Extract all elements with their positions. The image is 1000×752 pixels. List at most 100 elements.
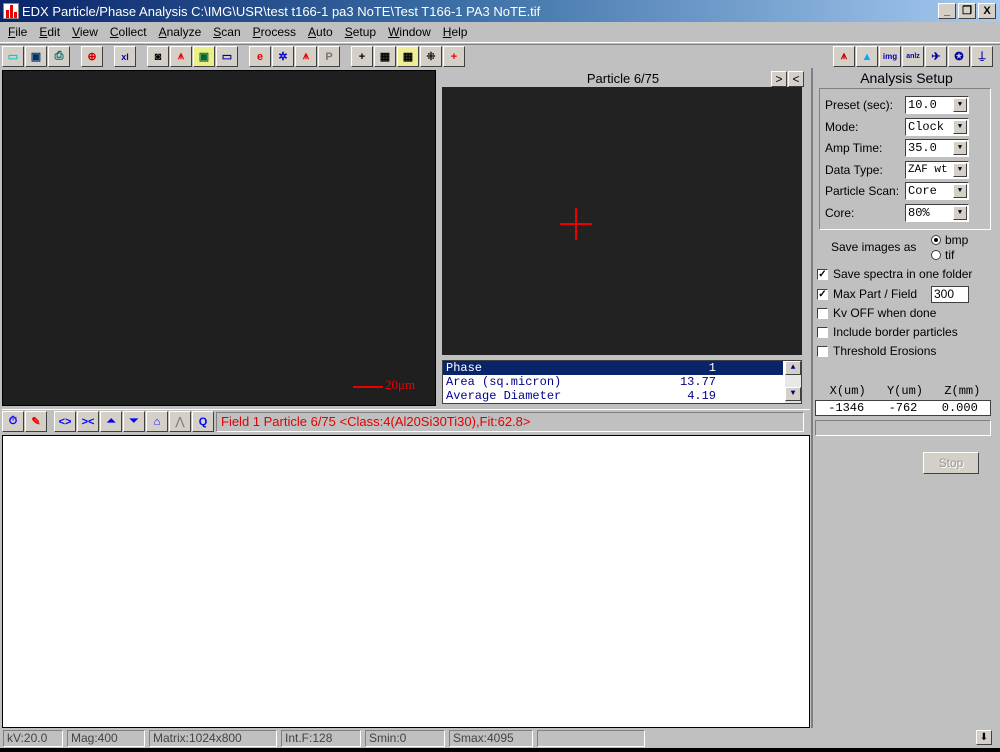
anlz-icon[interactable]: anlz [902, 46, 924, 67]
mode-select[interactable]: Clock ▼ [905, 118, 969, 136]
setup-fields-group: Preset (sec): 10.0 ▼ Mode: Clock ▼ Amp Time:… [819, 88, 991, 230]
expand-icon[interactable]: <> [54, 411, 76, 432]
img-icon[interactable]: img [879, 46, 901, 67]
chevron-down-icon[interactable]: ▼ [953, 141, 967, 155]
menu-collect[interactable]: Collect [104, 25, 153, 39]
menu-help[interactable]: Help [437, 25, 474, 39]
particle-title: Particle 6/75 [586, 71, 660, 86]
sem-image[interactable]: 20μm [2, 70, 436, 406]
checkbox-box[interactable] [817, 307, 828, 319]
particle-scan-select[interactable]: Core ▼ [905, 182, 969, 200]
menu-view[interactable]: View [66, 25, 104, 39]
menu-auto[interactable]: Auto [302, 25, 339, 39]
core-select[interactable]: 80% ▼ [905, 204, 969, 222]
wheel-icon[interactable]: ✪ [948, 46, 970, 67]
status-mag: Mag:400 [67, 730, 145, 747]
property-row[interactable]: Phase 1 [443, 361, 783, 375]
spectrum-map-icon[interactable]: ⩚ [295, 46, 317, 67]
checkmark-icon[interactable]: ✓ [817, 268, 828, 280]
scale-bar [353, 386, 383, 388]
radio-tif[interactable]: tif [931, 248, 954, 262]
checkmark-icon[interactable]: ✓ [817, 288, 828, 300]
main-toolbar: ▭ ▣ ⎙ ⊕ xl ◙ ⩚ ▣ ▭ e ✲ ⩚ P + ▦ ▦ ⁜ + ⩚ ▲… [0, 44, 1000, 68]
progress-bar [815, 420, 991, 436]
next-particle-button[interactable]: > [771, 71, 787, 87]
spectrum-help-icon[interactable]: ⩚ [833, 46, 855, 67]
amp-time-select[interactable]: 35.0 ▼ [905, 139, 969, 157]
probe-icon[interactable]: ⍊ [971, 46, 993, 67]
parking-icon[interactable]: P [318, 46, 340, 67]
minimize-button[interactable]: _ [938, 3, 956, 19]
spectrum-peak-icon[interactable]: ⩚ [170, 46, 192, 67]
spectrum-svg [3, 436, 809, 727]
edx-spectrum-chart[interactable] [2, 435, 810, 728]
amp-time-label: Amp Time: [825, 141, 883, 155]
radio-bmp[interactable]: bmp [931, 233, 968, 247]
pattern-icon[interactable]: ⁜ [420, 46, 442, 67]
chevron-down-icon[interactable]: ▼ [953, 206, 967, 220]
grid-small-icon[interactable]: ▦ [374, 46, 396, 67]
data-type-select[interactable]: ZAF wt ▼ [905, 161, 969, 179]
scroll-down-icon[interactable]: ▼ [785, 387, 801, 401]
peaks-icon[interactable]: ⋀ [169, 411, 191, 432]
restore-button[interactable]: ❐ [958, 3, 976, 19]
property-row[interactable]: Area (sq.micron) 13.77 [443, 375, 783, 389]
status-smin: Smin:0 [365, 730, 445, 747]
menu-analyze[interactable]: Analyze [153, 25, 208, 39]
properties-scrollbar[interactable]: ▲ ▼ [785, 361, 801, 403]
scale-down-icon[interactable]: ⏷ [123, 411, 145, 432]
crosshair-icon[interactable]: + [351, 46, 373, 67]
open-folder-icon[interactable]: ▭ [2, 46, 24, 67]
image-view-icon[interactable]: ▣ [193, 46, 215, 67]
radio-icon[interactable] [931, 235, 941, 245]
home-icon[interactable]: ⌂ [146, 411, 168, 432]
menu-process[interactable]: Process [247, 25, 302, 39]
save-spectra-checkbox[interactable]: ✓ Save spectra in one folder [817, 265, 972, 283]
checkbox-box[interactable] [817, 345, 828, 357]
threshold-erosions-checkbox[interactable]: Threshold Erosions [817, 342, 936, 360]
red-cross-icon[interactable]: + [443, 46, 465, 67]
chevron-down-icon[interactable]: ▼ [953, 120, 967, 134]
status-kv: kV:20.0 [3, 730, 63, 747]
print-icon[interactable]: ⎙ [48, 46, 70, 67]
chevron-down-icon[interactable]: ▼ [953, 163, 967, 177]
menu-setup[interactable]: Setup [339, 25, 382, 39]
scroll-up-icon[interactable]: ▲ [785, 361, 801, 375]
menu-window[interactable]: Window [382, 25, 437, 39]
property-row[interactable]: Average Diameter 4.19 [443, 389, 783, 403]
quant-icon[interactable]: Q [192, 411, 214, 432]
preset-select[interactable]: 10.0 ▼ [905, 96, 969, 114]
chevron-down-icon[interactable]: ▼ [953, 184, 967, 198]
chevron-down-icon[interactable]: ▼ [953, 98, 967, 112]
close-button[interactable]: X [978, 3, 996, 19]
menu-file[interactable]: File [2, 25, 33, 39]
scale-up-icon[interactable]: ⏶ [100, 411, 122, 432]
menu-edit[interactable]: Edit [33, 25, 66, 39]
stopwatch-icon[interactable]: ⏱ [2, 411, 24, 432]
analysis-setup-panel: Analysis Setup Preset (sec): 10.0 ▼ Mode: C… [811, 68, 1000, 728]
grid-large-icon[interactable]: ▦ [397, 46, 419, 67]
compress-icon[interactable]: >< [77, 411, 99, 432]
scroll-track[interactable] [785, 375, 801, 387]
window-icon[interactable]: ▭ [216, 46, 238, 67]
include-border-checkbox[interactable]: Include border particles [817, 323, 958, 341]
checkbox-box[interactable] [817, 326, 828, 338]
stage-xy-icon[interactable]: ✈ [925, 46, 947, 67]
max-part-checkbox[interactable]: ✓ Max Part / Field [817, 285, 917, 303]
phase-map-icon[interactable]: ✲ [272, 46, 294, 67]
spectrum-edit-icon[interactable]: ✎ [25, 411, 47, 432]
zoom-search-icon[interactable]: ⊕ [81, 46, 103, 67]
max-part-input[interactable]: 300 [931, 286, 969, 303]
excel-export-icon[interactable]: xl [114, 46, 136, 67]
prev-particle-button[interactable]: < [788, 71, 804, 87]
stop-button[interactable]: Stop [923, 452, 979, 474]
menu-scan[interactable]: Scan [207, 25, 246, 39]
peak-icon[interactable]: ▲ [856, 46, 878, 67]
electron-beam-icon[interactable]: e [249, 46, 271, 67]
save-disk-icon[interactable]: ▣ [25, 46, 47, 67]
radio-icon[interactable] [931, 250, 941, 260]
kv-off-checkbox[interactable]: Kv OFF when done [817, 304, 936, 322]
image-acquire-icon[interactable]: ◙ [147, 46, 169, 67]
download-arrow-icon[interactable]: ⬇ [976, 730, 992, 745]
particle-properties-list[interactable]: Phase 1 Area (sq.micron) 13.77 Average Dia… [442, 360, 802, 404]
